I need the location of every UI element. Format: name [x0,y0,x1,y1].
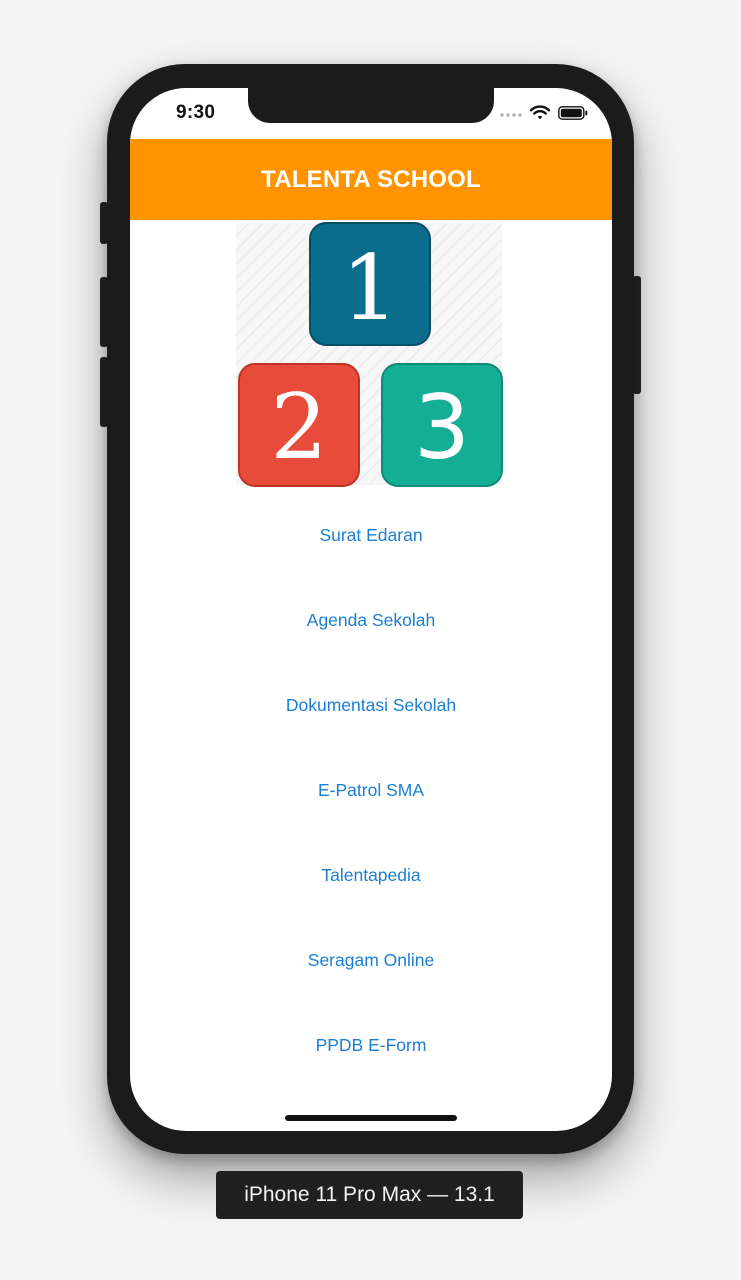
menu-item-dokumentasi-sekolah[interactable]: Dokumentasi Sekolah [130,663,612,748]
battery-icon [558,105,588,125]
phone-screen: 9:30 TALENTA SCHOOL 1 2 3 Surat Edaran A… [130,88,612,1131]
tile-1: 1 [309,222,431,346]
tile-1-digit: 1 [341,236,398,341]
menu-item-ppdb-e-form[interactable]: PPDB E-Form [130,1003,612,1088]
menu-item-e-patrol-sma[interactable]: E-Patrol SMA [130,748,612,833]
school-logo: 1 2 3 [236,221,506,489]
app-title: TALENTA SCHOOL [261,165,481,193]
simulator-stage: 9:30 TALENTA SCHOOL 1 2 3 Surat Edaran A… [0,0,741,1280]
wifi-icon [529,105,551,125]
menu-list: Surat Edaran Agenda Sekolah Dokumentasi … [130,493,612,1088]
menu-item-surat-edaran[interactable]: Surat Edaran [130,493,612,578]
power-button [633,276,641,394]
app-header: TALENTA SCHOOL [130,139,612,220]
home-indicator[interactable] [285,1115,457,1121]
menu-item-agenda-sekolah[interactable]: Agenda Sekolah [130,578,612,663]
device-label: iPhone 11 Pro Max — 13.1 [216,1171,523,1219]
signal-icon [500,106,522,124]
menu-item-seragam-online[interactable]: Seragam Online [130,918,612,1003]
tile-2-digit: 2 [270,375,327,480]
menu-item-talentapedia[interactable]: Talentapedia [130,833,612,918]
notch [248,88,494,123]
tile-3-digit: 3 [414,376,470,479]
status-icons [500,105,588,125]
phone-frame: 9:30 TALENTA SCHOOL 1 2 3 Surat Edaran A… [107,64,634,1154]
status-time: 9:30 [176,102,216,123]
tile-3: 3 [381,363,503,487]
tile-2: 2 [238,363,360,487]
